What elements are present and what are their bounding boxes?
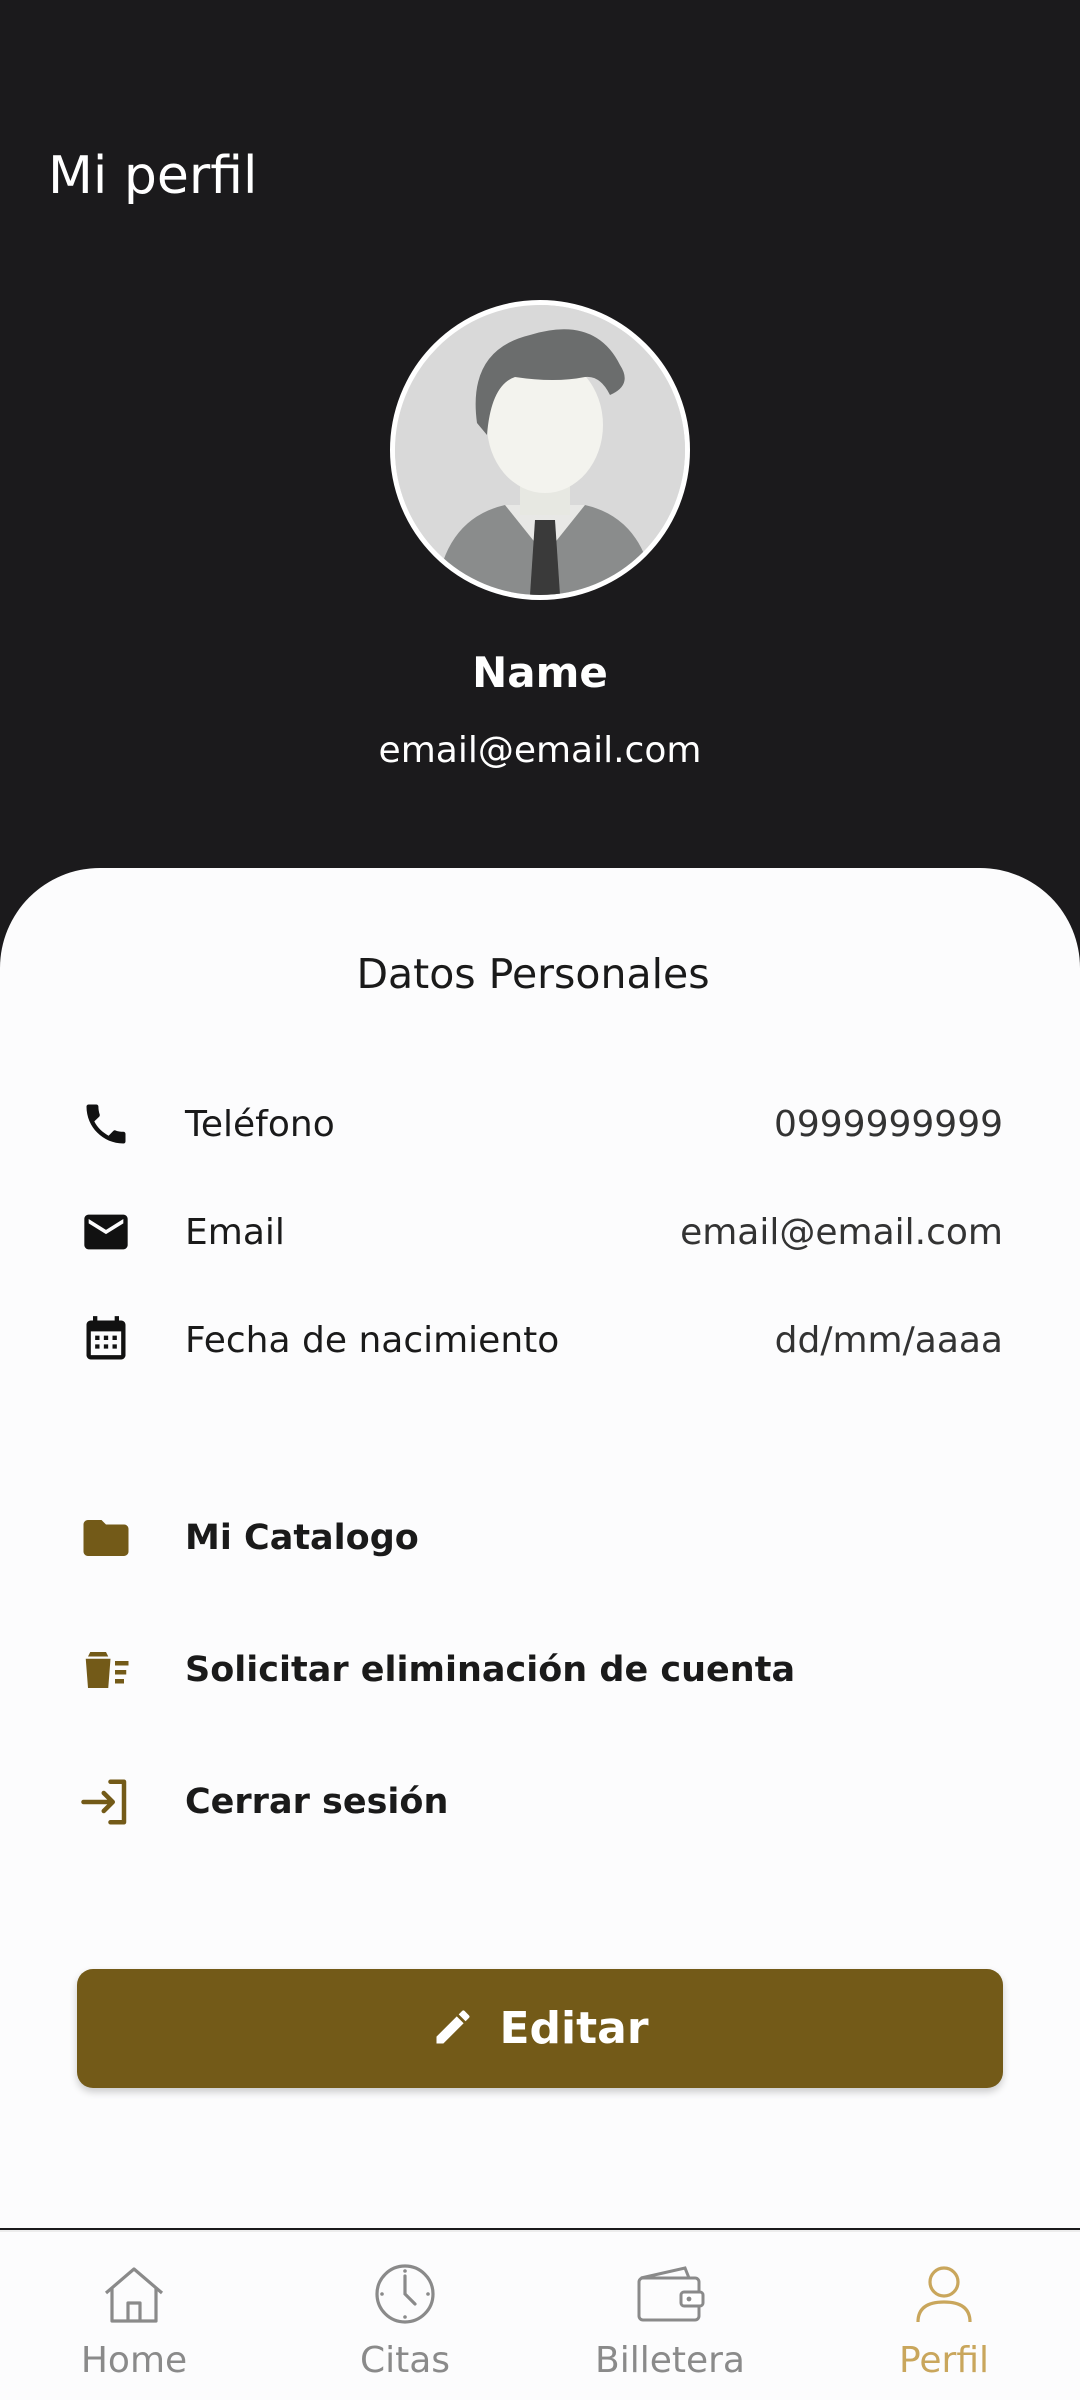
nav-perfil[interactable]: Perfil	[834, 2232, 1054, 2400]
phone-value: 0999999999	[773, 1103, 1003, 1145]
profile-name: Name	[472, 648, 608, 697]
wallet-icon	[633, 2258, 707, 2330]
catalog-link[interactable]: Mi Catalogo	[78, 1508, 1003, 1568]
nav-billetera-label: Billetera	[595, 2340, 745, 2381]
edit-button-label: Editar	[499, 2003, 649, 2054]
email-row: Email email@email.com	[78, 1202, 1003, 1262]
page-title: Mi perfil	[48, 146, 258, 206]
catalog-label: Mi Catalogo	[185, 1518, 419, 1558]
delete-account-link[interactable]: Solicitar eliminación de cuenta	[78, 1640, 1003, 1700]
trash-icon	[78, 1642, 134, 1698]
bottom-nav: Home Citas Billetera Perfil	[0, 2230, 1080, 2400]
nav-home[interactable]: Home	[24, 2232, 244, 2400]
edit-button[interactable]: Editar	[77, 1969, 1003, 2088]
phone-icon	[78, 1096, 134, 1152]
logout-icon	[78, 1774, 134, 1830]
calendar-icon	[78, 1312, 134, 1368]
delete-account-label: Solicitar eliminación de cuenta	[185, 1650, 796, 1690]
home-icon	[100, 2258, 168, 2330]
birthdate-label: Fecha de nacimiento	[185, 1319, 560, 1361]
mail-icon	[78, 1204, 134, 1260]
user-icon	[912, 2258, 976, 2330]
avatar-placeholder-icon	[395, 305, 685, 595]
phone-label: Teléfono	[185, 1103, 335, 1145]
pencil-icon	[431, 2005, 475, 2053]
birthdate-value: dd/mm/aaaa	[774, 1319, 1003, 1361]
email-label: Email	[185, 1211, 285, 1253]
logout-label: Cerrar sesión	[185, 1782, 449, 1822]
clock-icon	[373, 2258, 437, 2330]
profile-email: email@email.com	[378, 730, 702, 771]
folder-icon	[78, 1510, 134, 1566]
email-value: email@email.com	[680, 1211, 1003, 1253]
section-title: Datos Personales	[356, 950, 710, 998]
birthdate-row: Fecha de nacimiento dd/mm/aaaa	[78, 1310, 1003, 1370]
nav-home-label: Home	[80, 2340, 188, 2381]
avatar[interactable]	[390, 300, 690, 600]
profile-header: Mi perfil Name email@email.com	[0, 0, 1080, 900]
nav-perfil-label: Perfil	[898, 2340, 990, 2381]
logout-link[interactable]: Cerrar sesión	[78, 1772, 1003, 1832]
nav-citas-label: Citas	[359, 2340, 451, 2381]
nav-citas[interactable]: Citas	[295, 2232, 515, 2400]
nav-billetera[interactable]: Billetera	[560, 2232, 780, 2400]
phone-row: Teléfono 0999999999	[78, 1094, 1003, 1154]
